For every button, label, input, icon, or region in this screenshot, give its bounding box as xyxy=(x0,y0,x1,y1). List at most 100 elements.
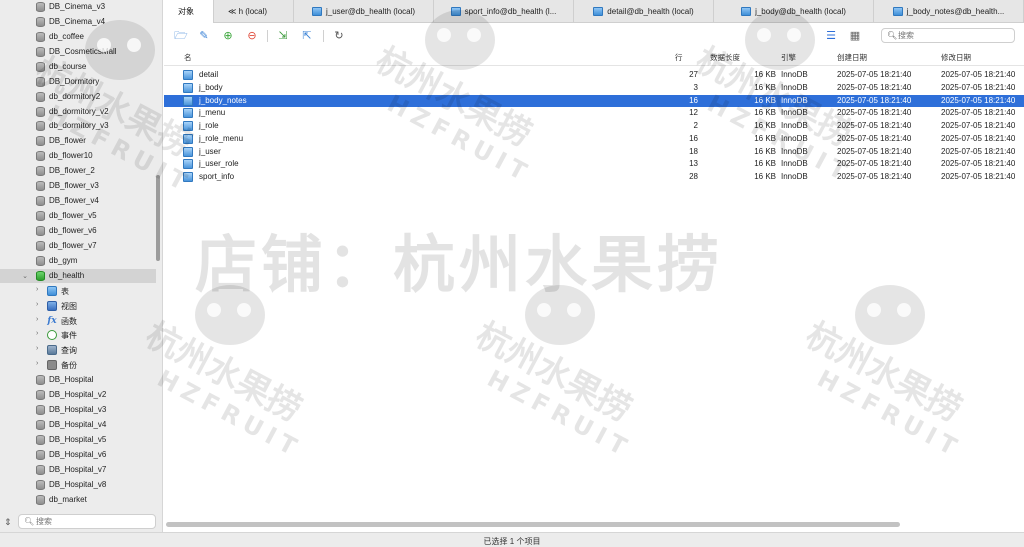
column-header-data-length[interactable]: 数据长度 xyxy=(710,52,740,63)
sidebar-category-item[interactable]: › 查询 xyxy=(0,343,156,357)
table-row[interactable]: detail 27 16 KB InnoDB 2025-07-05 18:21:40 20… xyxy=(164,69,1024,81)
tab-label: j_body@db_health (local) xyxy=(755,7,846,16)
database-icon xyxy=(36,211,45,221)
column-header-name[interactable]: 名 xyxy=(184,52,192,63)
table-icon xyxy=(183,159,193,169)
sidebar-database-item[interactable]: DB_Hospital_v2 xyxy=(0,388,156,402)
sidebar-database-item[interactable]: db_flower_v6 xyxy=(0,224,156,238)
search-icon: 🔍︎ xyxy=(887,31,898,40)
grid-view-icon[interactable]: ▦ xyxy=(848,29,862,43)
sidebar-database-item[interactable]: db_flower10 xyxy=(0,149,156,163)
horizontal-scrollbar[interactable] xyxy=(166,522,900,527)
sidebar-database-item[interactable]: DB_flower_v4 xyxy=(0,194,156,208)
engine: InnoDB xyxy=(781,159,808,168)
sidebar-database-item[interactable]: DB_flower_v3 xyxy=(0,179,156,193)
object-search-input[interactable] xyxy=(898,30,1008,41)
category-name: 查询 xyxy=(61,346,77,355)
sidebar-database-item[interactable]: db_coffee xyxy=(0,30,156,44)
tab-table[interactable]: detail@db_health (local) xyxy=(574,0,714,23)
sidebar-database-item[interactable]: db_gym xyxy=(0,254,156,268)
sidebar-category-item[interactable]: › 表 xyxy=(0,284,156,298)
sidebar-database-item[interactable]: DB_Hospital_v5 xyxy=(0,433,156,447)
row-count: 2 xyxy=(693,121,698,130)
created-date: 2025-07-05 18:21:40 xyxy=(837,96,912,105)
tab-table[interactable]: sport_info@db_health (l... xyxy=(434,0,574,23)
tab-table[interactable]: ≪ h (local) xyxy=(214,0,294,23)
sidebar-search-box[interactable]: 🔍︎ xyxy=(18,514,156,529)
table-icon xyxy=(183,96,193,106)
database-icon xyxy=(36,17,45,27)
sidebar-database-item[interactable]: db_dormitory_v3 xyxy=(0,119,156,133)
created-date: 2025-07-05 18:21:40 xyxy=(837,159,912,168)
table-row[interactable]: j_user 18 16 KB InnoDB 2025-07-05 18:21:40 20… xyxy=(164,146,1024,158)
sidebar-database-item[interactable]: DB_CosmeticsMall xyxy=(0,45,156,59)
sidebar-database-item[interactable]: db_flower_v7 xyxy=(0,239,156,253)
expand-chevron-icon[interactable]: › xyxy=(36,316,44,323)
expand-chevron-icon[interactable]: › xyxy=(36,301,44,308)
column-header-created[interactable]: 创建日期 xyxy=(837,52,867,63)
expand-chevron-icon[interactable]: ⌄ xyxy=(20,272,30,280)
sidebar-category-item[interactable]: › 视图 xyxy=(0,299,156,313)
data-length: 16 KB xyxy=(754,96,776,105)
open-table-icon[interactable]: 🗁︎ xyxy=(174,29,188,43)
new-table-icon[interactable]: ⊕ xyxy=(221,29,235,43)
list-view-icon[interactable]: ☰ xyxy=(824,29,838,43)
expand-chevron-icon[interactable]: › xyxy=(36,345,44,352)
sidebar-database-item[interactable]: DB_Cinema_v3 xyxy=(0,0,156,14)
sidebar-category-item[interactable]: › 事件 xyxy=(0,328,156,342)
expand-chevron-icon[interactable]: › xyxy=(36,330,44,337)
table-row[interactable]: j_user_role 13 16 KB InnoDB 2025-07-05 18:21… xyxy=(164,158,1024,170)
sidebar-database-item[interactable]: DB_Cinema_v4 xyxy=(0,15,156,29)
sidebar-category-item[interactable]: › 备份 xyxy=(0,358,156,372)
table-icon xyxy=(183,70,193,80)
sidebar-database-item[interactable]: DB_flower xyxy=(0,134,156,148)
database-icon xyxy=(36,390,45,400)
sidebar-database-item[interactable]: DB_Hospital_v4 xyxy=(0,418,156,432)
sidebar-database-item[interactable]: ⌄ db_health xyxy=(0,269,156,283)
sidebar-database-item[interactable]: db_flower_v5 xyxy=(0,209,156,223)
table-row[interactable]: j_role_menu 16 16 KB InnoDB 2025-07-05 18:21… xyxy=(164,133,1024,145)
sidebar-scrollbar[interactable] xyxy=(156,175,160,261)
refresh-icon[interactable]: ↻ xyxy=(332,29,346,43)
sidebar-database-item[interactable]: db_dormitory_v2 xyxy=(0,105,156,119)
sidebar-database-item[interactable]: DB_Hospital_v8 xyxy=(0,478,156,492)
column-header-engine[interactable]: 引擎 xyxy=(781,52,796,63)
expand-chevron-icon[interactable]: › xyxy=(36,360,44,367)
sidebar-database-item[interactable]: DB_flower_2 xyxy=(0,164,156,178)
tab-table[interactable]: j_body_notes@db_health... xyxy=(874,0,1024,23)
column-header-modified[interactable]: 修改日期 xyxy=(941,52,971,63)
filter-toggle-icon[interactable]: ⇕ xyxy=(4,517,14,528)
database-name: DB_flower_v4 xyxy=(49,196,99,205)
table-row[interactable]: j_role 2 16 KB InnoDB 2025-07-05 18:21:40 202… xyxy=(164,120,1024,132)
tab-objects[interactable]: 对象 xyxy=(164,0,214,23)
table-row[interactable]: sport_info 28 16 KB InnoDB 2025-07-05 18:21:… xyxy=(164,171,1024,183)
tab-table[interactable]: j_user@db_health (local) xyxy=(294,0,434,23)
sidebar-category-item[interactable]: › fx 函数 xyxy=(0,314,156,328)
database-icon xyxy=(36,495,45,505)
sidebar-database-item[interactable]: DB_Hospital_v6 xyxy=(0,448,156,462)
table-row[interactable]: j_body 3 16 KB InnoDB 2025-07-05 18:21:40 202… xyxy=(164,82,1024,94)
data-length: 16 KB xyxy=(754,108,776,117)
export-wizard-icon[interactable]: ⇱ xyxy=(300,29,314,43)
sidebar-database-item[interactable]: DB_Dormitory xyxy=(0,75,156,89)
import-wizard-icon[interactable]: ⇲ xyxy=(276,29,290,43)
sidebar-search-input[interactable] xyxy=(36,516,151,527)
modified-date: 2025-07-05 18:21:40 xyxy=(941,108,1016,117)
design-table-icon[interactable]: ✎ xyxy=(197,29,211,43)
sidebar-database-item[interactable]: DB_Hospital_v3 xyxy=(0,403,156,417)
column-header-rows[interactable]: 行 xyxy=(675,52,683,63)
database-name: db_gym xyxy=(49,256,78,265)
sidebar-database-item[interactable]: db_market xyxy=(0,493,156,507)
delete-table-icon[interactable]: ⊖ xyxy=(245,29,259,43)
sidebar-database-item[interactable]: db_dormitory2 xyxy=(0,90,156,104)
sidebar-database-item[interactable]: DB_Hospital_v7 xyxy=(0,463,156,477)
object-search-box[interactable]: 🔍︎ xyxy=(881,28,1015,43)
database-name: db_health xyxy=(49,271,85,280)
table-row[interactable]: j_body_notes 16 16 KB InnoDB 2025-07-05 18:2… xyxy=(164,95,1024,107)
tab-table[interactable]: j_body@db_health (local) xyxy=(714,0,874,23)
table-row[interactable]: j_menu 12 16 KB InnoDB 2025-07-05 18:21:40 20… xyxy=(164,107,1024,119)
sidebar-database-item[interactable]: db_course xyxy=(0,60,156,74)
sidebar-database-item[interactable]: DB_Hospital xyxy=(0,373,156,387)
engine: InnoDB xyxy=(781,70,808,79)
expand-chevron-icon[interactable]: › xyxy=(36,286,44,293)
